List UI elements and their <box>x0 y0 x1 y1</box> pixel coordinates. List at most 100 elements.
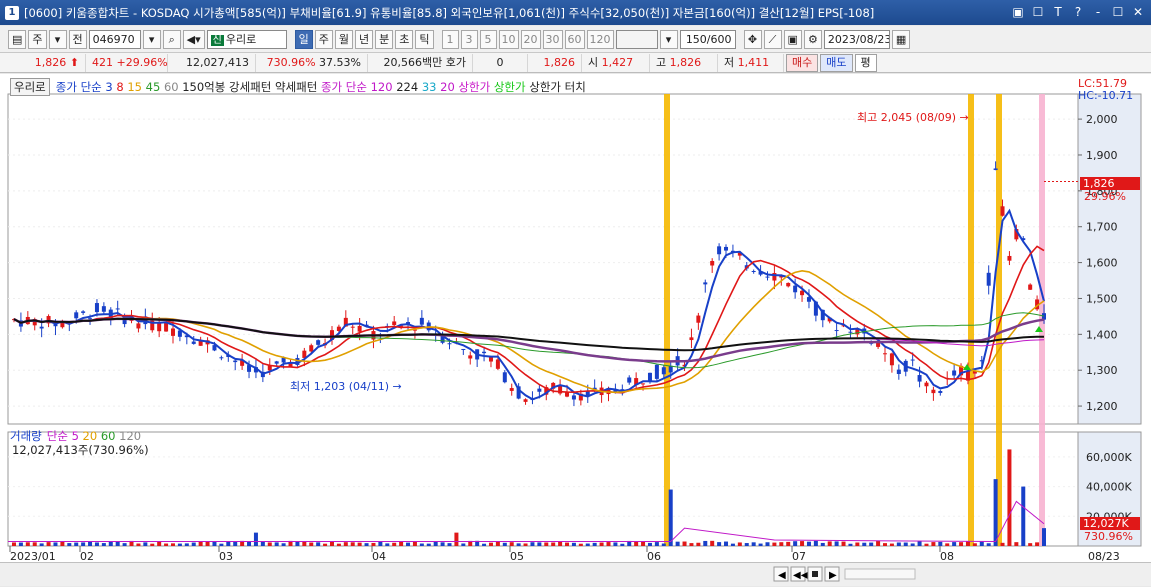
legend-item[interactable]: 종가 단순 120 <box>321 80 396 94</box>
volume-bar <box>841 541 846 546</box>
stock-name-field[interactable]: 신 우리로 <box>206 29 287 49</box>
scroll-controls[interactable]: ◀ ◀◀ ▶ <box>0 563 1151 587</box>
candle-body <box>910 359 915 361</box>
open-label: 시 <box>588 55 599 69</box>
volume-bar <box>343 542 348 546</box>
save-icon[interactable]: ▣ <box>783 29 802 49</box>
candle-body <box>786 282 791 287</box>
volume-bar <box>447 543 452 546</box>
legend-item[interactable]: 224 <box>396 80 422 94</box>
interval-dropdown-icon[interactable]: ▾ <box>659 29 678 49</box>
legend-item[interactable]: 20 <box>440 80 458 94</box>
interval-button[interactable]: 5 <box>479 29 497 49</box>
volume-bar <box>350 542 355 546</box>
layout-icon[interactable]: ▤ <box>8 29 27 49</box>
volume-bar <box>25 542 30 546</box>
limit-up-band <box>664 94 670 546</box>
interval-button[interactable]: 10 <box>498 29 519 49</box>
period-year-button[interactable]: 년 <box>355 29 374 49</box>
candle-body <box>931 389 936 394</box>
eval-button[interactable]: 평 <box>854 53 877 72</box>
volume-bar <box>281 543 286 546</box>
draw-icon[interactable]: ⟋ <box>763 29 782 49</box>
legend-item[interactable]: 8 <box>116 80 127 94</box>
maximize-icon[interactable]: ☐ <box>1109 3 1127 21</box>
legend-item[interactable]: 상한가 터치 <box>529 80 586 94</box>
hc-label: HC:-10.71 <box>1078 89 1134 102</box>
volume-bar <box>765 542 770 546</box>
date-input[interactable]: 2023/08/23 <box>823 29 890 49</box>
volume-legend-item[interactable]: 120 <box>119 429 141 443</box>
stock-name: 우리로 <box>225 32 257 46</box>
period-minute-button[interactable]: 분 <box>375 29 394 49</box>
volume-legend-item[interactable]: 60 <box>101 429 119 443</box>
tile-icon[interactable]: ☐ <box>1029 3 1047 21</box>
volume-bar <box>523 543 528 546</box>
legend-item[interactable]: 45 <box>146 80 164 94</box>
legend-item[interactable]: 종가 단순 3 <box>56 80 117 94</box>
volume-tag: 12,027K <box>1080 517 1140 530</box>
text-icon[interactable]: T <box>1049 3 1067 21</box>
zoom-slider <box>844 568 916 580</box>
speaker-icon[interactable]: ◀▾ <box>182 29 205 49</box>
volume-bar <box>965 541 970 546</box>
period-week-button[interactable]: 주 <box>314 29 333 49</box>
help-icon[interactable]: ? <box>1069 3 1087 21</box>
crosshair-icon[interactable]: ✥ <box>743 29 762 49</box>
price-tick-label: 1,700 <box>1086 221 1118 234</box>
volume-bar <box>81 542 86 546</box>
period-day-button[interactable]: 일 <box>294 29 313 49</box>
volume-bar <box>848 543 853 546</box>
minimize-icon[interactable]: - <box>1089 3 1107 21</box>
volume-bar <box>724 541 729 546</box>
period-tick-button[interactable]: 틱 <box>415 29 434 49</box>
close-icon[interactable]: ✕ <box>1129 3 1147 21</box>
settings-icon[interactable]: ⚙ <box>803 29 822 49</box>
legend-item[interactable]: 33 <box>422 80 440 94</box>
volume-bar <box>516 543 521 546</box>
calendar-icon[interactable]: ▦ <box>891 29 911 49</box>
volume-bar <box>136 543 141 546</box>
legend-item[interactable]: 상한가 <box>458 80 493 94</box>
amount-value: 20,566백만 <box>383 55 443 69</box>
candle-body <box>627 377 632 383</box>
interval-button[interactable]: 1 <box>441 29 459 49</box>
stock-code-input[interactable]: 046970 <box>88 29 141 49</box>
interval-input[interactable] <box>615 29 658 49</box>
code-dropdown-icon[interactable]: ▾ <box>142 29 161 49</box>
legend-item[interactable]: 150억봉 강세패턴 <box>182 80 275 94</box>
legend-item[interactable]: 15 <box>127 80 145 94</box>
interval-button[interactable]: 30 <box>542 29 563 49</box>
legend-item[interactable]: 약세패턴 <box>275 80 321 94</box>
period-second-button[interactable]: 초 <box>395 29 414 49</box>
high-annotation-text: 최고 2,045 (08/09) <box>857 111 957 124</box>
chart-area[interactable]: 2,000 1,900 1,800 1,700 1,600 1,500 1,400 1,300… <box>0 74 1151 586</box>
price-chart[interactable]: 2,0001,9001,8001,7001,6001,5001,4001,300… <box>0 74 1151 586</box>
buy-button[interactable]: 매수 <box>786 53 819 72</box>
stock-legend-tag[interactable]: 우리로 <box>10 78 50 96</box>
search-icon[interactable]: ⌕ <box>162 29 181 49</box>
volume-legend-item[interactable]: 20 <box>83 429 101 443</box>
volume-bar <box>260 541 265 546</box>
volume-legend-item[interactable]: 단순 5 <box>47 429 83 443</box>
stock-type-button[interactable]: 주 <box>28 29 47 49</box>
interval-button[interactable]: 20 <box>520 29 541 49</box>
legend-item[interactable]: 상한가 <box>494 80 529 94</box>
interval-button[interactable]: 120 <box>586 29 614 49</box>
current-price: 1,826 ⬆ <box>8 53 86 72</box>
open-cell: 시 1,427 <box>582 53 650 72</box>
volume-bar <box>979 541 984 546</box>
restore-icon[interactable]: ▣ <box>1009 3 1027 21</box>
volume-bar <box>668 489 673 546</box>
volume-bar <box>1042 528 1046 546</box>
period-month-button[interactable]: 월 <box>334 29 354 49</box>
all-button[interactable]: 전 <box>68 29 87 49</box>
legend-item[interactable]: 60 <box>164 80 182 94</box>
interval-button[interactable]: 3 <box>460 29 478 49</box>
chevron-down-icon[interactable]: ▾ <box>48 29 67 49</box>
interval-button[interactable]: 60 <box>564 29 585 49</box>
sell-button[interactable]: 매도 <box>820 53 853 72</box>
volume-bar <box>779 542 784 546</box>
count-input[interactable]: 150/600 <box>679 29 736 49</box>
price-tick-label: 1,500 <box>1086 292 1118 305</box>
